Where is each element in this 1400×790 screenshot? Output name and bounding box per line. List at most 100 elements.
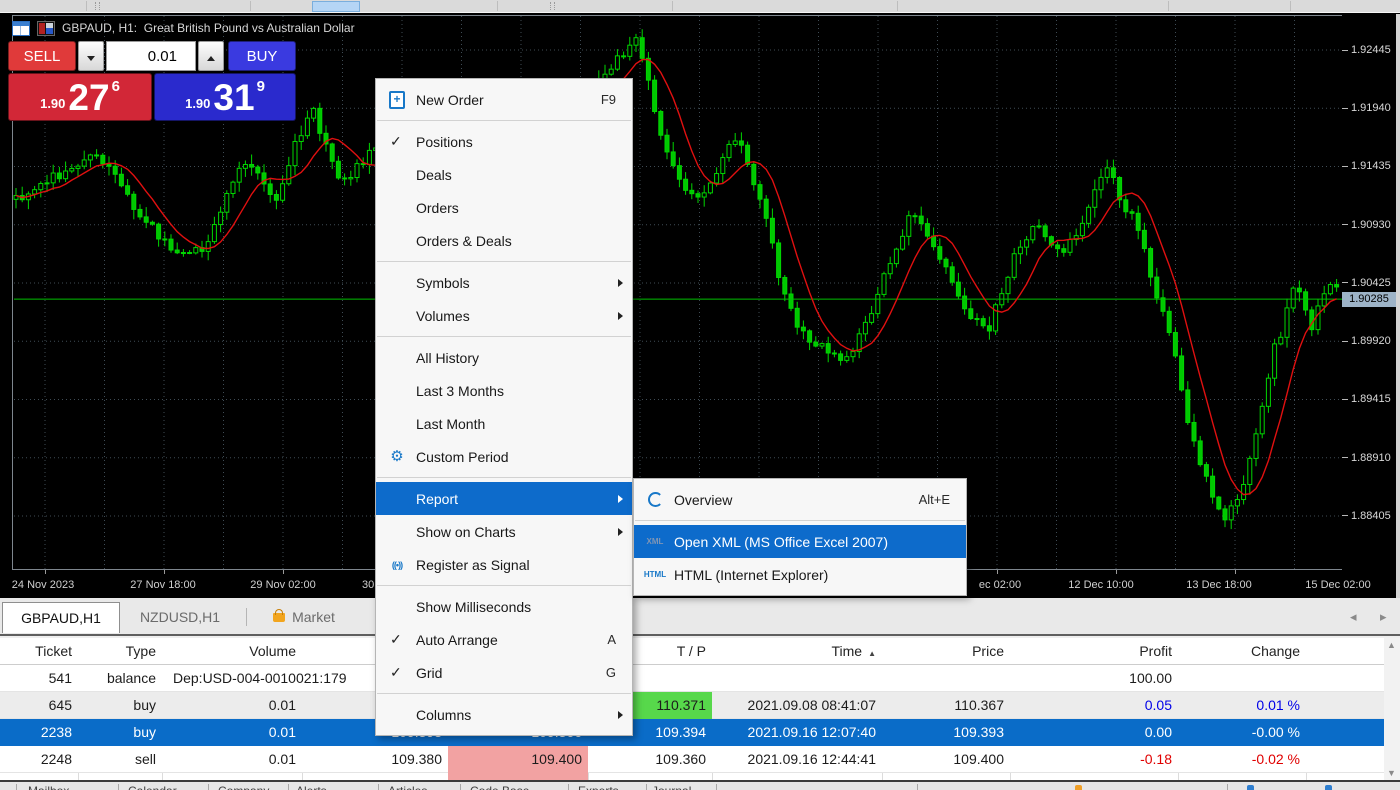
toolbox-tabs-bar: Mailbox Calendar Company Alerts Articles Code… — [0, 780, 1400, 790]
time-axis-label: 13 Dec 18:00 — [1186, 579, 1251, 591]
tabs-scroll-left-icon[interactable]: ◂ — [1350, 609, 1357, 625]
column-header-price[interactable]: Price — [882, 638, 1010, 665]
price-tick — [1342, 399, 1348, 400]
active-toolbar-button[interactable] — [312, 1, 360, 12]
menu-item-symbols[interactable]: Symbols — [376, 266, 632, 299]
menu-item-columns[interactable]: Columns — [376, 698, 632, 731]
toolbox-tab-company[interactable]: Company — [218, 784, 269, 790]
splitter-grip[interactable] — [550, 2, 555, 10]
table-scrollbar[interactable]: ▲ ▼ — [1384, 638, 1400, 780]
metatrader-window: 1.924451.919401.914351.909301.904251.899… — [0, 0, 1400, 790]
menu-item-volumes[interactable]: Volumes — [376, 299, 632, 332]
toolbox-tab-articles[interactable]: Articles — [388, 784, 427, 790]
depth-of-market-icon[interactable] — [12, 21, 30, 36]
menu-shortcut: A — [607, 632, 616, 647]
column-separator — [882, 773, 883, 780]
toolbox-tab-mailbox[interactable]: Mailbox — [28, 784, 69, 790]
overview-icon — [643, 492, 667, 507]
menu-item-orders[interactable]: Orders — [376, 191, 632, 224]
scroll-up-icon[interactable]: ▲ — [1387, 640, 1396, 650]
menu-item-register-as-signal[interactable]: ((•))Register as Signal — [376, 548, 632, 581]
column-header-ticket[interactable]: Ticket — [0, 638, 78, 665]
menu-item-last-3-months[interactable]: Last 3 Months — [376, 374, 632, 407]
menu-item-overview[interactable]: OverviewAlt+E — [634, 483, 966, 516]
menu-item-positions[interactable]: ✓Positions — [376, 125, 632, 158]
volume-increase-button[interactable] — [198, 41, 224, 71]
tabs-scroll-right-icon[interactable]: ▸ — [1380, 609, 1387, 625]
table-cell: 0.01 — [162, 719, 302, 746]
buy-button[interactable]: BUY — [228, 41, 296, 71]
price-tick — [1342, 515, 1348, 516]
menu-shortcut: Alt+E — [919, 492, 950, 507]
price-axis-label: 1.91940 — [1351, 102, 1391, 114]
menu-item-grid[interactable]: ✓GridG — [376, 656, 632, 689]
column-header-type[interactable]: Type — [78, 638, 162, 665]
price-tick — [1342, 50, 1348, 51]
menu-item-label: Orders & Deals — [416, 233, 512, 249]
scroll-down-icon[interactable]: ▼ — [1387, 768, 1396, 778]
sell-price-pips: 27 — [68, 76, 109, 120]
price-axis-label: 1.91435 — [1351, 160, 1391, 172]
price-tick — [1342, 457, 1348, 458]
menu-separator — [377, 261, 631, 262]
toolbox-tab-alerts[interactable]: Alerts — [296, 784, 327, 790]
toolbox-tab-calendar[interactable]: Calendar — [128, 784, 177, 790]
menu-item-show-on-charts[interactable]: Show on Charts — [376, 515, 632, 548]
chart-type-icon[interactable] — [37, 21, 55, 36]
menu-item-custom-period[interactable]: ⚙Custom Period — [376, 440, 632, 473]
table-row[interactable]: 541balance100.00Dep:USD-004-0010021:179 — [0, 665, 1384, 692]
toolbox-tab-experts[interactable]: Experts — [578, 784, 619, 790]
table-row[interactable]: 645buy0.01110.3712021.09.08 08:41:07110.… — [0, 692, 1384, 719]
column-header-volume[interactable]: Volume — [162, 638, 302, 665]
context-menu: +New OrderF9 ✓PositionsDealsOrders Orders … — [375, 78, 633, 736]
column-separator — [588, 773, 589, 780]
volume-dropdown-button[interactable] — [78, 41, 104, 71]
table-row[interactable]: 2248sell0.01109.380109.400109.3602021.09… — [0, 746, 1384, 773]
menu-item-last-month[interactable]: Last Month — [376, 407, 632, 440]
column-header-profit[interactable]: Profit — [1010, 638, 1178, 665]
price-tick — [1342, 282, 1348, 283]
table-cell: 110.367 — [882, 692, 1010, 719]
menu-item-report[interactable]: Report — [376, 482, 632, 515]
column-header-change[interactable]: Change — [1178, 638, 1306, 665]
volume-input[interactable] — [106, 41, 196, 71]
buy-price-panel[interactable]: 1.90 31 9 — [154, 73, 296, 121]
menu-item-new-order[interactable]: +New OrderF9 — [376, 83, 632, 116]
chevron-down-icon — [87, 56, 95, 61]
gear-icon: ⚙ — [385, 449, 409, 464]
menu-item-open-xml-ms-office-excel-2007[interactable]: XMLOpen XML (MS Office Excel 2007) — [634, 525, 966, 558]
menu-item-show-milliseconds[interactable]: Show Milliseconds — [376, 590, 632, 623]
chart-tab-gbpaud-h1[interactable]: GBPAUD,H1 — [2, 602, 120, 633]
menu-shortcut: G — [606, 665, 616, 680]
sell-button[interactable]: SELL — [8, 41, 76, 71]
tab-divider — [246, 608, 247, 626]
column-header-time[interactable]: Time▲ — [712, 638, 882, 665]
menu-item-label: Report — [416, 491, 458, 507]
sell-price-panel[interactable]: 1.90 27 6 — [8, 73, 152, 121]
menu-item-html-internet-explorer[interactable]: HTMLHTML (Internet Explorer) — [634, 558, 966, 591]
menu-item-all-history[interactable]: All History — [376, 341, 632, 374]
menu-item-auto-arrange[interactable]: ✓Auto ArrangeA — [376, 623, 632, 656]
toolbox-tab-separator — [16, 784, 17, 790]
chart-tab-nzdusd-h1[interactable]: NZDUSD,H1 — [124, 602, 236, 633]
splitter-grip[interactable] — [95, 2, 100, 10]
menu-separator — [377, 120, 631, 121]
buy-price-point: 9 — [257, 78, 265, 95]
table-cell: buy — [78, 719, 162, 746]
table-cell: 100.00 — [1010, 665, 1178, 692]
table-cell: 109.393 — [882, 719, 1010, 746]
menu-item-deals[interactable]: Deals — [376, 158, 632, 191]
toolbox-tab-separator — [1227, 784, 1228, 790]
table-row[interactable]: 2238buy0.01109.393109.366109.3942021.09.… — [0, 719, 1384, 746]
toolbox-tab-code-base[interactable]: Code Base — [470, 784, 529, 790]
toolbar-tick — [86, 1, 87, 11]
toolbox-tab-journal[interactable]: Journal — [652, 784, 691, 790]
chart-tab-market[interactable]: Market — [252, 602, 356, 633]
table-cell: -0.18 — [1010, 746, 1178, 773]
table-cell: 0.01 — [162, 692, 302, 719]
table-cell: 0.01 % — [1178, 692, 1306, 719]
time-axis-label: 30 — [362, 579, 374, 591]
time-tick — [1116, 570, 1117, 574]
menu-item-orders-deals[interactable]: Orders & Deals — [376, 224, 632, 257]
column-separator — [1010, 773, 1011, 780]
